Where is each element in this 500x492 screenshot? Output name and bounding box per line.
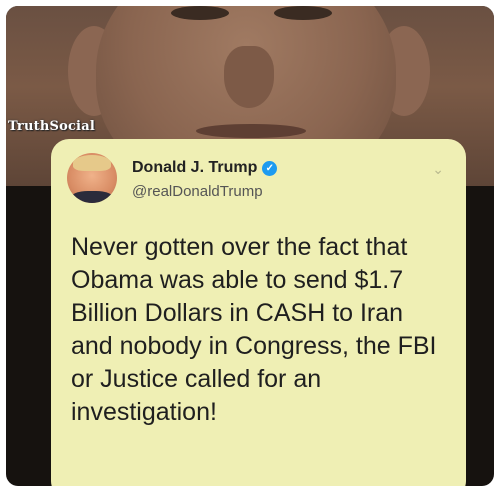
photo-nose [224, 46, 274, 108]
tweet-card: Donald J. Trump ✓ @realDonaldTrump ⌄ Neve… [51, 139, 466, 486]
display-name-text: Donald J. Trump [132, 159, 258, 176]
avatar-hair [73, 155, 111, 171]
user-handle[interactable]: @realDonaldTrump [132, 183, 263, 200]
avatar[interactable] [67, 153, 117, 203]
display-name[interactable]: Donald J. Trump ✓ [132, 159, 278, 177]
photo-mouth [196, 124, 306, 138]
truthsocial-watermark: TruthSocial [8, 119, 95, 134]
photo-eye-right [274, 6, 332, 20]
chevron-down-icon[interactable]: ⌄ [432, 161, 444, 178]
image-frame: TruthSocial Donald J. Trump ✓ @realDonald… [6, 6, 494, 486]
tweet-text: Never gotten over the fact that Obama wa… [71, 233, 437, 426]
verified-badge-icon: ✓ [262, 161, 278, 176]
photo-eye-left [171, 6, 229, 20]
avatar-suit [71, 191, 113, 203]
